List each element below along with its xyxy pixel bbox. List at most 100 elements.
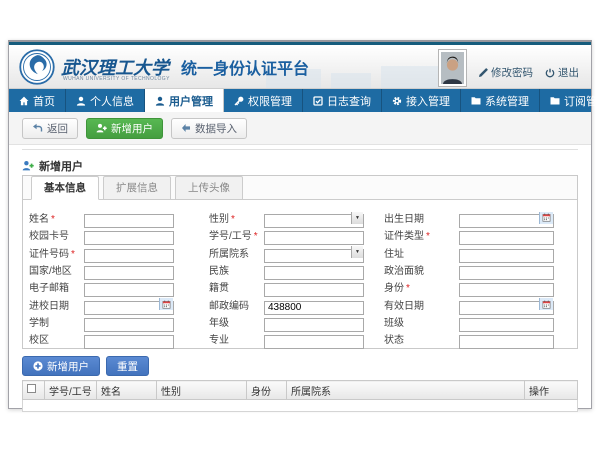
field-label: 有效日期 [384, 297, 459, 312]
power-icon [545, 68, 555, 78]
nav-item-subscribe-mgmt[interactable]: 订阅管理 [540, 89, 600, 112]
form-input-r3c1[interactable] [84, 249, 174, 263]
field-text [459, 245, 554, 259]
form-input-r1c2[interactable] [264, 214, 364, 228]
add-user-submit-label: 新增用户 [47, 359, 89, 374]
app-header: 武汉理工大学统一身份认证平台 WUHAN UNIVERSITY OF TECHN… [9, 45, 591, 89]
form-row: 学制年级班级 [29, 313, 571, 330]
field-label: 籍贯 [209, 279, 264, 294]
back-button[interactable]: 返回 [22, 118, 78, 139]
form-input-r6c2[interactable] [264, 301, 364, 315]
data-import-button[interactable]: 数据导入 [171, 118, 247, 139]
chevron-down-icon[interactable]: ▼ [351, 212, 363, 224]
required-asterisk: * [426, 231, 430, 242]
field-text [84, 211, 174, 225]
calendar-icon[interactable] [539, 212, 553, 224]
page-title: 统一身份认证平台 [181, 61, 309, 78]
nav-item-system-mgmt[interactable]: 系统管理 [461, 89, 540, 112]
form-input-r5c3[interactable] [459, 283, 554, 297]
logout-label: 退出 [558, 65, 579, 80]
app-window: 武汉理工大学统一身份认证平台 WUHAN UNIVERSITY OF TECHN… [8, 40, 592, 409]
chevron-down-icon[interactable]: ▼ [351, 246, 363, 258]
column-header: 性别 [157, 381, 247, 400]
change-password-label: 修改密码 [491, 65, 533, 80]
tab-upload-avatar[interactable]: 上传头像 [175, 176, 243, 200]
required-asterisk: * [51, 214, 55, 225]
form-input-r5c2[interactable] [264, 283, 364, 297]
form-input-r7c1[interactable] [84, 318, 174, 332]
logout-link[interactable]: 退出 [545, 65, 579, 86]
select-all-checkbox[interactable] [27, 384, 36, 393]
user-add-color-icon [22, 160, 34, 171]
field-text [84, 228, 174, 242]
form-input-r5c1[interactable] [84, 283, 174, 297]
form-input-r8c1[interactable] [84, 335, 174, 349]
form-input-r2c3[interactable] [459, 231, 554, 245]
user-table: 学号/工号姓名性别身份所属院系操作 [22, 380, 578, 412]
nav-item-profile[interactable]: 个人信息 [66, 89, 145, 112]
form-input-r1c1[interactable] [84, 214, 174, 228]
form-input-r2c1[interactable] [84, 231, 174, 245]
calendar-icon[interactable] [539, 298, 553, 310]
form-input-r8c2[interactable] [264, 335, 364, 349]
field-text [84, 332, 174, 346]
form-actions: 新增用户 重置 [9, 349, 591, 378]
person-icon [76, 96, 86, 106]
table-header-row: 学号/工号姓名性别身份所属院系操作 [23, 381, 578, 400]
form-input-r3c3[interactable] [459, 249, 554, 263]
field-text [84, 245, 174, 259]
form-input-r2c2[interactable] [264, 231, 364, 245]
building-watermark [381, 66, 441, 88]
change-password-link[interactable]: 修改密码 [478, 65, 533, 86]
field-label: 校园卡号 [29, 227, 84, 242]
field-label: 政治面貌 [384, 262, 459, 277]
university-name-en: WUHAN UNIVERSITY OF TECHNOLOGY [63, 76, 170, 82]
form-input-r7c2[interactable] [264, 318, 364, 332]
nav-item-perm-mgmt[interactable]: 权限管理 [224, 89, 303, 112]
section-header: 新增用户 [22, 149, 578, 175]
field-text [84, 280, 174, 294]
form-row: 姓名*性别*▼出生日期 [29, 209, 571, 226]
nav-item-label: 订阅管理 [564, 93, 600, 109]
field-text [84, 263, 174, 277]
nav-item-label: 首页 [33, 93, 55, 109]
field-label: 状态 [384, 331, 459, 346]
pencil-icon [478, 68, 488, 78]
tab-extended-info[interactable]: 扩展信息 [103, 176, 171, 200]
form-input-r4c3[interactable] [459, 266, 554, 280]
field-text [459, 228, 554, 242]
form-input-r7c3[interactable] [459, 318, 554, 332]
form-input-r8c3[interactable] [459, 335, 554, 349]
field-label: 学制 [29, 314, 84, 329]
field-select: ▼ [264, 245, 364, 259]
section-title: 新增用户 [39, 158, 83, 174]
column-header: 所属院系 [287, 381, 525, 400]
reset-button[interactable]: 重置 [106, 356, 149, 376]
nav-item-home[interactable]: 首页 [9, 89, 66, 112]
nav-item-log-query[interactable]: 日志查询 [303, 89, 382, 112]
field-label: 民族 [209, 262, 264, 277]
new-user-panel: 基本信息扩展信息上传头像 姓名*性别*▼出生日期校园卡号学号/工号*证件类型*证… [22, 175, 578, 349]
calendar-icon[interactable] [159, 298, 173, 310]
user-add-icon [96, 123, 107, 133]
required-asterisk: * [254, 231, 258, 242]
add-user-toolbar-button[interactable]: 新增用户 [86, 118, 163, 139]
form-input-r4c1[interactable] [84, 266, 174, 280]
tab-basic-info[interactable]: 基本信息 [31, 176, 99, 200]
building-watermark [331, 73, 371, 88]
form-input-r4c2[interactable] [264, 266, 364, 280]
field-date [459, 211, 554, 225]
form-input-r3c2[interactable] [264, 249, 364, 263]
folder-icon [471, 96, 481, 105]
form-row: 进校日期邮政编码有效日期 [29, 295, 571, 312]
form-row: 国家/地区民族政治面貌 [29, 261, 571, 278]
nav-item-access-mgmt[interactable]: 接入管理 [382, 89, 461, 112]
nav-item-user-mgmt[interactable]: 用户管理 [145, 89, 224, 112]
field-text [459, 314, 554, 328]
field-label: 姓名* [29, 210, 84, 225]
nav-item-label: 个人信息 [90, 93, 134, 109]
plus-circle-icon [33, 361, 43, 371]
add-user-submit-button[interactable]: 新增用户 [22, 356, 100, 376]
reset-button-label: 重置 [117, 359, 138, 374]
log-icon [313, 96, 323, 106]
